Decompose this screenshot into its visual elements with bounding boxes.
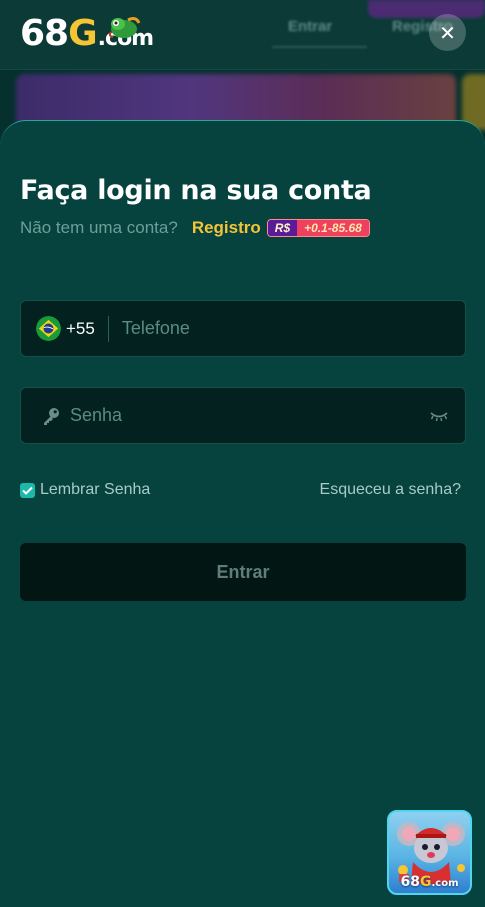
login-sheet: Faça login na sua conta Não tem uma cont… <box>0 120 485 907</box>
password-input[interactable] <box>70 388 429 443</box>
floating-logo-domain: .com <box>431 878 459 889</box>
bonus-range: +0.1-85.68 <box>297 220 369 236</box>
background-top-pill <box>368 0 485 18</box>
chameleon-mascot-icon <box>108 17 141 38</box>
phone-field[interactable]: +55 <box>20 300 466 357</box>
login-submit-button[interactable]: Entrar <box>20 543 466 601</box>
site-logo: 68G.com <box>20 12 154 56</box>
key-icon <box>44 407 59 425</box>
eye-closed-icon[interactable] <box>429 410 449 422</box>
close-button[interactable]: ✕ <box>429 14 466 51</box>
remember-password-label[interactable]: Lembrar Senha <box>40 481 150 499</box>
register-link[interactable]: Registro <box>192 218 261 238</box>
floating-app-logo: 68G.com <box>389 874 470 890</box>
field-divider <box>107 315 109 342</box>
background-nav-login: Entrar <box>288 18 333 35</box>
register-prompt: Não tem uma conta? Registro R$ +0.1-85.6… <box>20 217 370 239</box>
floating-logo-number: 68 <box>400 874 420 890</box>
country-code[interactable]: +55 <box>66 319 95 339</box>
no-account-text: Não tem uma conta? <box>20 218 178 237</box>
logo-number: 68 <box>20 13 69 54</box>
floating-logo-letter: G <box>419 874 432 890</box>
logo-letter: G <box>68 13 98 54</box>
forgot-password-link[interactable]: Esqueceu a senha? <box>320 479 461 501</box>
brazil-flag-icon <box>36 316 61 341</box>
checkbox-checked-icon[interactable] <box>20 482 35 498</box>
background-nav-underline <box>272 46 367 48</box>
remember-password-checkbox[interactable]: Lembrar Senha <box>20 479 150 501</box>
password-field[interactable] <box>20 387 466 444</box>
bonus-badge: R$ +0.1-85.68 <box>266 219 370 237</box>
phone-input[interactable] <box>121 301 465 356</box>
page-title: Faça login na sua conta <box>20 175 372 206</box>
close-icon: ✕ <box>439 20 456 45</box>
floating-promo-button[interactable]: 68G.com <box>387 810 472 895</box>
bonus-currency: R$ <box>267 220 298 236</box>
